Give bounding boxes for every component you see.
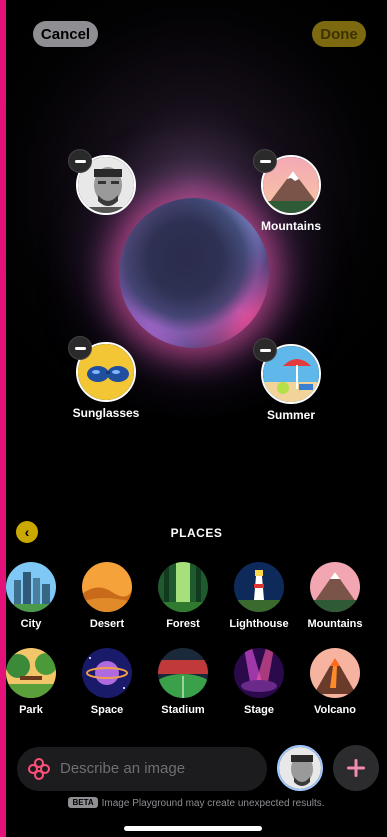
place-stage[interactable]: Stage [221,648,297,716]
place-lighthouse[interactable]: Lighthouse [221,562,297,630]
place-label: Forest [166,618,200,630]
place-label: Stadium [161,704,205,716]
place-space[interactable]: Space [69,648,145,716]
forest-thumbnail [158,562,208,612]
remove-concept-person-button[interactable] [68,149,92,173]
concept-label: Sunglasses [72,406,140,420]
done-button[interactable]: Done [312,21,366,47]
remove-concept-mountains-button[interactable] [253,149,277,173]
place-label: Space [90,704,124,716]
lighthouse-thumbnail [234,562,284,612]
remove-concept-summer-button[interactable] [253,338,277,362]
space-thumbnail [82,648,132,698]
volcano-thumbnail [310,648,360,698]
home-indicator[interactable] [124,826,262,831]
place-label: Volcano [314,704,356,716]
place-label: Stage [244,704,274,716]
place-mountains[interactable]: Mountains [297,562,373,630]
stadium-thumbnail [158,648,208,698]
beta-disclaimer: BETA Image Playground may create unexpect… [6,797,387,809]
plus-icon [347,759,365,777]
add-button[interactable] [333,745,379,791]
concept-label: Mountains [261,219,321,233]
park-thumbnail [6,648,56,698]
place-desert[interactable]: Desert [69,562,145,630]
beta-badge: BETA [68,797,98,808]
place-city[interactable]: City [6,562,69,630]
place-forest[interactable]: Forest [145,562,221,630]
place-park[interactable]: Park [6,648,69,716]
person-avatar-button[interactable] [277,745,323,791]
disclaimer-text: Image Playground may create unexpected r… [101,798,325,809]
desert-thumbnail [82,562,132,612]
place-label: Mountains [307,618,363,630]
place-label: City [20,618,42,630]
place-stadium[interactable]: Stadium [145,648,221,716]
concept-label: Summer [266,408,316,422]
remove-concept-sunglasses-button[interactable] [68,336,92,360]
mountains-thumbnail [310,562,360,612]
place-label: Lighthouse [229,618,289,630]
describe-image-field[interactable]: Describe an image [17,747,267,791]
place-label: Desert [89,618,125,630]
stage-thumbnail [234,648,284,698]
place-label: Park [19,704,43,716]
section-title: PLACES [170,526,223,540]
image-playground-screen: Cancel Done Mountains Sunglasses Summer … [6,0,387,837]
place-volcano[interactable]: Volcano [297,648,373,716]
describe-image-placeholder: Describe an image [60,760,186,777]
cancel-button[interactable]: Cancel [33,21,98,47]
playground-icon [27,757,51,781]
city-thumbnail [6,562,56,612]
